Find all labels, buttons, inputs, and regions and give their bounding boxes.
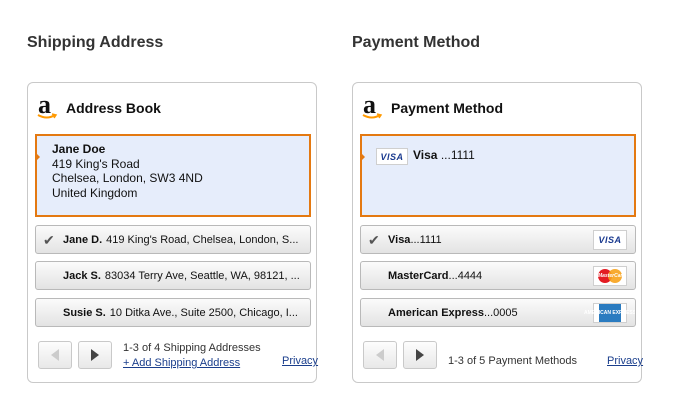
next-page-button[interactable] (78, 341, 112, 369)
address-item-address: 83034 Terry Ave, Seattle, WA, 98121, ... (104, 270, 300, 282)
payment-item-name: MasterCard (388, 270, 449, 282)
chevron-left-icon (376, 349, 384, 361)
prev-page-button[interactable] (363, 341, 397, 369)
payment-count: 1-3 of 5 Payment Methods (448, 355, 578, 367)
chevron-left-icon (51, 349, 59, 361)
selected-address-line2: Chelsea, London, SW3 4ND (52, 171, 203, 185)
payment-item-digits: ...0005 (484, 307, 518, 319)
address-item-name: Jack S. (63, 270, 101, 282)
selected-address-name: Jane Doe (52, 142, 106, 156)
address-book-header: a Address Book (36, 92, 161, 121)
address-item-name: Jane D. (63, 234, 103, 246)
mastercard-logo-icon: MasterCard (593, 266, 627, 286)
visa-logo-icon: VISA (593, 230, 627, 250)
amazon-logo-icon: a (361, 92, 383, 121)
payment-method-title: Payment Method (391, 100, 504, 116)
amex-logo-icon: AMERICAN EXPRESS (584, 303, 635, 323)
selected-notch (360, 152, 365, 162)
payment-item-1[interactable]: ✔ Visa...1111 VISA (360, 225, 636, 254)
add-shipping-address-link[interactable]: + Add Shipping Address (123, 357, 240, 369)
payment-item-3[interactable]: American Express...0005 AMERICAN EXPRESS (360, 298, 636, 327)
payment-item-digits: ...1111 (410, 234, 442, 246)
payment-item-name: Visa (388, 234, 411, 246)
address-item-1[interactable]: ✔ Jane D. 419 King's Road, Chelsea, Londo… (35, 225, 311, 254)
shipping-section-title: Shipping Address (27, 34, 164, 51)
selected-address-box: Jane Doe 419 King's Road Chelsea, London… (35, 134, 311, 217)
address-book-title: Address Book (66, 100, 161, 116)
checkmark-icon: ✔ (368, 232, 380, 248)
visa-logo-icon: VISA (376, 148, 408, 165)
checkmark-icon: ✔ (43, 232, 55, 248)
chevron-right-icon (416, 349, 424, 361)
amazon-logo-icon: a (36, 92, 58, 121)
address-item-3[interactable]: Susie S. 10 Ditka Ave., Suite 2500, Chica… (35, 298, 311, 327)
address-item-name: Susie S. (63, 307, 106, 319)
payment-method-widget: a Payment Method VISA Visa ...1111 ✔ Vis… (352, 82, 643, 383)
address-item-address: 10 Ditka Ave., Suite 2500, Chicago, I... (109, 307, 298, 319)
privacy-link[interactable]: Privacy (607, 355, 643, 367)
privacy-link[interactable]: Privacy (282, 355, 318, 367)
address-book-widget: a Address Book Jane Doe 419 King's Road … (27, 82, 318, 383)
address-item-2[interactable]: Jack S. 83034 Terry Ave, Seattle, WA, 981… (35, 261, 311, 290)
payment-method-header: a Payment Method (361, 92, 504, 121)
selected-payment-label: Visa (413, 148, 438, 162)
address-count: 1-3 of 4 Shipping Addresses (123, 342, 261, 354)
selected-payment-digits: ...1111 (440, 148, 475, 162)
address-item-address: 419 King's Road, Chelsea, London, S... (106, 234, 299, 246)
payment-section-title: Payment Method (352, 34, 481, 51)
selected-address-line1: 419 King's Road (52, 156, 140, 171)
selected-payment-box: VISA Visa ...1111 (360, 134, 636, 217)
chevron-right-icon (91, 349, 99, 361)
prev-page-button[interactable] (38, 341, 72, 369)
selected-address-line3: United Kingdom (52, 185, 138, 200)
selected-notch (35, 152, 40, 162)
next-page-button[interactable] (403, 341, 437, 369)
payment-item-name: American Express (388, 307, 484, 319)
payment-item-digits: ...4444 (448, 270, 483, 282)
payment-item-2[interactable]: MasterCard...4444 MasterCard (360, 261, 636, 290)
